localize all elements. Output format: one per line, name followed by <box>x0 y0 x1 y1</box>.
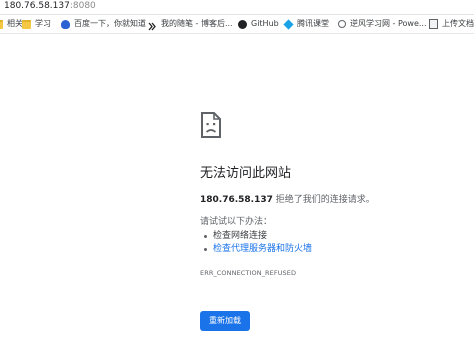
bookmark-xuexi[interactable]: 学习 <box>22 15 51 33</box>
suggestions-list: 检查网络连接 检查代理服务器和防火墙 <box>200 230 312 256</box>
bookmarks-bar: 相关 学习 百度一下，你就知道 我的随笔 - 博客后... GitHub 腾讯课… <box>0 15 474 34</box>
bookmark-label: 逆风学习网 - Powe... <box>350 19 427 28</box>
bookmark-nifeng[interactable]: 逆风学习网 - Powe... <box>338 15 427 33</box>
error-message: 拒绝了我们的连接请求。 <box>272 195 375 205</box>
bookmark-github[interactable]: GitHub <box>238 15 279 33</box>
globe-icon <box>338 20 346 28</box>
suggestion-check-proxy-link[interactable]: 检查代理服务器和防火墙 <box>200 243 312 256</box>
bookmark-baidu[interactable]: 百度一下，你就知道 <box>61 15 146 33</box>
folder-icon <box>22 19 31 29</box>
folder-icon <box>0 19 3 29</box>
bookmark-label: 我的随笔 - 博客后... <box>161 19 233 28</box>
error-code: ERR_CONNECTION_REFUSED <box>200 269 297 277</box>
baidu-icon <box>61 19 70 29</box>
bookmark-label: GitHub <box>251 19 279 28</box>
address-bar[interactable]: 180.76.58.137:8080 <box>0 0 474 15</box>
bookmark-label: 学习 <box>35 19 51 28</box>
tencent-class-icon <box>283 18 294 30</box>
cnblogs-icon <box>148 20 157 30</box>
bookmark-tencent-class[interactable]: 腾讯课堂 <box>283 15 329 33</box>
bookmark-upload-doc[interactable]: 上传文档 <box>429 15 474 33</box>
bookmark-label: 百度一下，你就知道 <box>74 19 146 28</box>
error-title: 无法访问此网站 <box>200 166 292 181</box>
bookmark-cnblogs[interactable]: 我的随笔 - 博客后... <box>148 15 233 33</box>
url-text[interactable]: 180.76.58.137:8080 <box>4 1 96 12</box>
suggestion-check-network: 检查网络连接 <box>200 230 312 243</box>
bookmark-label: 腾讯课堂 <box>297 19 329 28</box>
error-host: 180.76.58.137 <box>200 195 273 205</box>
reload-button[interactable]: 重新加载 <box>200 311 250 331</box>
error-description: 180.76.58.137 拒绝了我们的连接请求。 <box>200 194 375 206</box>
github-icon <box>238 19 247 29</box>
url-port: :8080 <box>69 1 96 11</box>
suggestions-heading: 请试试以下办法： <box>200 217 273 227</box>
bookmark-label: 上传文档 <box>442 19 474 28</box>
sad-page-icon <box>201 112 221 138</box>
url-host: 180.76.58.137 <box>4 1 70 11</box>
document-icon <box>429 19 438 29</box>
bookmark-label: 相关 <box>7 19 23 28</box>
bookmark-xiangguan[interactable]: 相关 <box>0 15 23 33</box>
